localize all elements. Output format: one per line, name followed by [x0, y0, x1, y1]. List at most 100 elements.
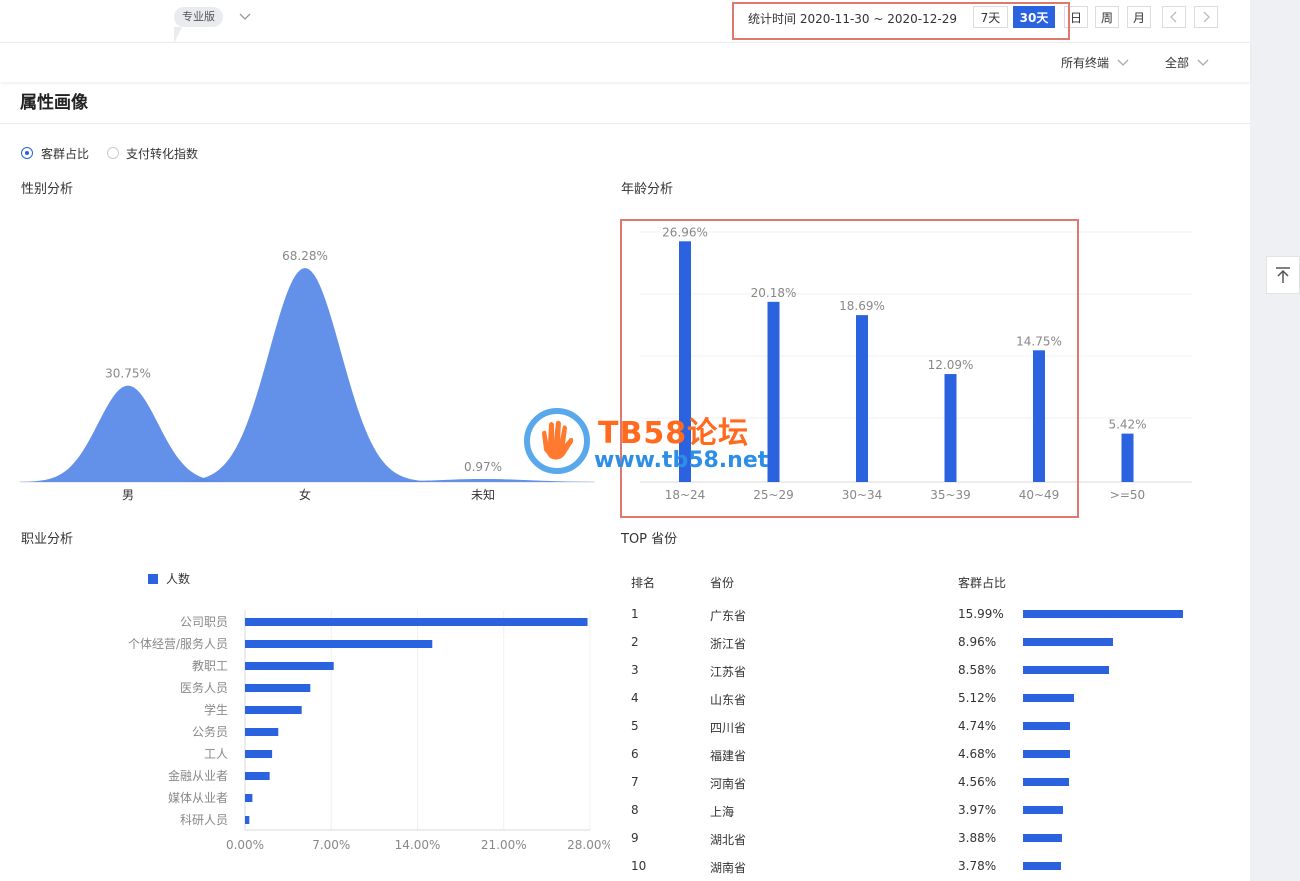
province-name-2: 江苏省: [710, 665, 747, 679]
occupation-label-7: 金融从业者: [168, 768, 228, 783]
age-value-label-5: 5.42%: [1108, 418, 1146, 432]
occupation-label-2: 教职工: [192, 658, 228, 673]
occupation-label-5: 公务员: [192, 724, 228, 739]
age-category-label-5: >=50: [1110, 488, 1145, 502]
chevron-down-icon[interactable]: [1117, 58, 1129, 68]
occupation-legend-label: 人数: [166, 571, 190, 586]
occupation-label-3: 医务人员: [180, 680, 228, 695]
province-share-1: 8.96%: [958, 635, 997, 649]
occupation-chart: 人数 0.00% 7.00% 14.00% 21.00% 28.00% 公司职员个体经营/服…: [128, 571, 610, 852]
province-name-0: 广东省: [710, 609, 747, 623]
edition-badge-tail: [174, 27, 182, 43]
province-bar-3: [1023, 694, 1075, 702]
province-bar-8: [1023, 834, 1062, 842]
age-highlight-box: [620, 219, 1079, 518]
gender-category-label-0: 男: [122, 488, 134, 502]
province-rank-3: 4: [631, 691, 639, 705]
occupation-bar-2[interactable]: [245, 662, 334, 670]
occupation-bar-9[interactable]: [245, 816, 250, 824]
occupation-legend-swatch: [148, 574, 158, 584]
scope-filter[interactable]: 全部: [1165, 54, 1189, 71]
occupation-bar-4[interactable]: [245, 706, 302, 714]
province-rank-6: 7: [631, 775, 639, 789]
province-name-4: 四川省: [710, 721, 747, 735]
gender-category-label-1: 女: [299, 487, 311, 502]
province-table-title: TOP 省份: [621, 532, 678, 547]
chevron-down-icon[interactable]: [1197, 58, 1209, 68]
province-rank-5: 6: [631, 747, 639, 761]
radio-customer-share-label[interactable]: 客群占比: [41, 145, 89, 162]
radio-conversion-index[interactable]: [107, 147, 119, 159]
chevron-down-icon[interactable]: [239, 12, 251, 22]
watermark-title: TB58论坛: [598, 416, 750, 451]
province-name-8: 湖北省: [710, 833, 747, 847]
province-rank-7: 8: [631, 803, 639, 817]
age-bar-5[interactable]: [1121, 433, 1134, 482]
occupation-bar-3[interactable]: [245, 684, 311, 692]
divider: [0, 123, 1250, 124]
occupation-xtick-3: 21.00%: [481, 838, 527, 852]
province-name-5: 福建省: [710, 749, 747, 763]
occupation-label-8: 媒体从业者: [168, 791, 228, 805]
filter-bar: 所有终端 全部: [0, 42, 1250, 82]
occupation-bar-6[interactable]: [245, 750, 273, 758]
occupation-xtick-0: 0.00%: [226, 838, 264, 852]
gender-chart: 30.75% 男 68.28% 女 0.97% 未知: [20, 249, 595, 502]
col-rank: 排名: [631, 576, 656, 590]
province-rank-1: 2: [631, 635, 639, 649]
province-name-6: 河南省: [710, 777, 747, 791]
occupation-label-9: 科研人员: [180, 813, 228, 827]
province-share-5: 4.68%: [958, 747, 997, 761]
date-highlight-box: [732, 2, 1070, 40]
province-share-7: 3.97%: [958, 803, 997, 817]
province-bar-7: [1023, 806, 1063, 814]
watermark-url: www.tb58.net: [594, 448, 769, 473]
age-chart-title: 年龄分析: [621, 182, 674, 197]
occupation-label-0: 公司职员: [180, 615, 228, 629]
occupation-label-4: 学生: [204, 702, 228, 717]
occupation-bar-8[interactable]: [245, 794, 253, 802]
province-share-6: 4.56%: [958, 775, 997, 789]
col-province: 省份: [710, 576, 735, 590]
province-bar-2: [1023, 666, 1109, 674]
occupation-bar-0[interactable]: [245, 618, 588, 626]
terminal-filter[interactable]: 所有终端: [1061, 54, 1109, 71]
province-bar-0: [1023, 610, 1183, 618]
arrow-up-to-top-icon[interactable]: [1266, 256, 1300, 294]
province-name-9: 湖南省: [710, 861, 747, 875]
main-panel: 专业版 统计时间 2020-11-30 ~ 2020-12-29 7天 30天 …: [0, 0, 1250, 881]
chevron-left-icon[interactable]: [1162, 6, 1186, 28]
occupation-chart-title: 职业分析: [21, 532, 74, 547]
province-name-3: 山东省: [710, 693, 747, 707]
occupation-bar-5[interactable]: [245, 728, 279, 736]
province-rank-8: 9: [631, 831, 639, 845]
occupation-xtick-1: 7.00%: [312, 838, 350, 852]
province-bar-5: [1023, 750, 1070, 758]
gender-value-label-0: 30.75%: [105, 367, 151, 381]
occupation-xtick-2: 14.00%: [395, 838, 441, 852]
province-share-4: 4.74%: [958, 719, 997, 733]
province-bar-6: [1023, 778, 1069, 786]
hand-logo-icon: [524, 408, 590, 474]
edition-badge[interactable]: 专业版: [174, 7, 223, 27]
btn-week[interactable]: 周: [1095, 6, 1119, 28]
gender-value-label-1: 68.28%: [282, 249, 328, 263]
col-share: 客群占比: [958, 576, 1007, 590]
province-bar-4: [1023, 722, 1071, 730]
gender-category-label-2: 未知: [471, 488, 495, 502]
occupation-label-1: 个体经营/服务人员: [128, 636, 228, 651]
gender-chart-title: 性别分析: [21, 182, 74, 197]
btn-month[interactable]: 月: [1127, 6, 1151, 28]
chevron-right-icon[interactable]: [1194, 6, 1218, 28]
province-share-8: 3.88%: [958, 831, 997, 845]
radio-conversion-index-label[interactable]: 支付转化指数: [126, 145, 198, 162]
occupation-bar-7[interactable]: [245, 772, 270, 780]
province-rank-9: 10: [631, 859, 647, 873]
province-bar-9: [1023, 862, 1061, 870]
province-bar-1: [1023, 638, 1113, 646]
section-title: 属性画像: [20, 93, 88, 113]
occupation-bar-1[interactable]: [245, 640, 433, 648]
gender-value-label-2: 0.97%: [464, 460, 502, 474]
province-rank-0: 1: [631, 607, 639, 621]
radio-customer-share[interactable]: [21, 147, 33, 159]
